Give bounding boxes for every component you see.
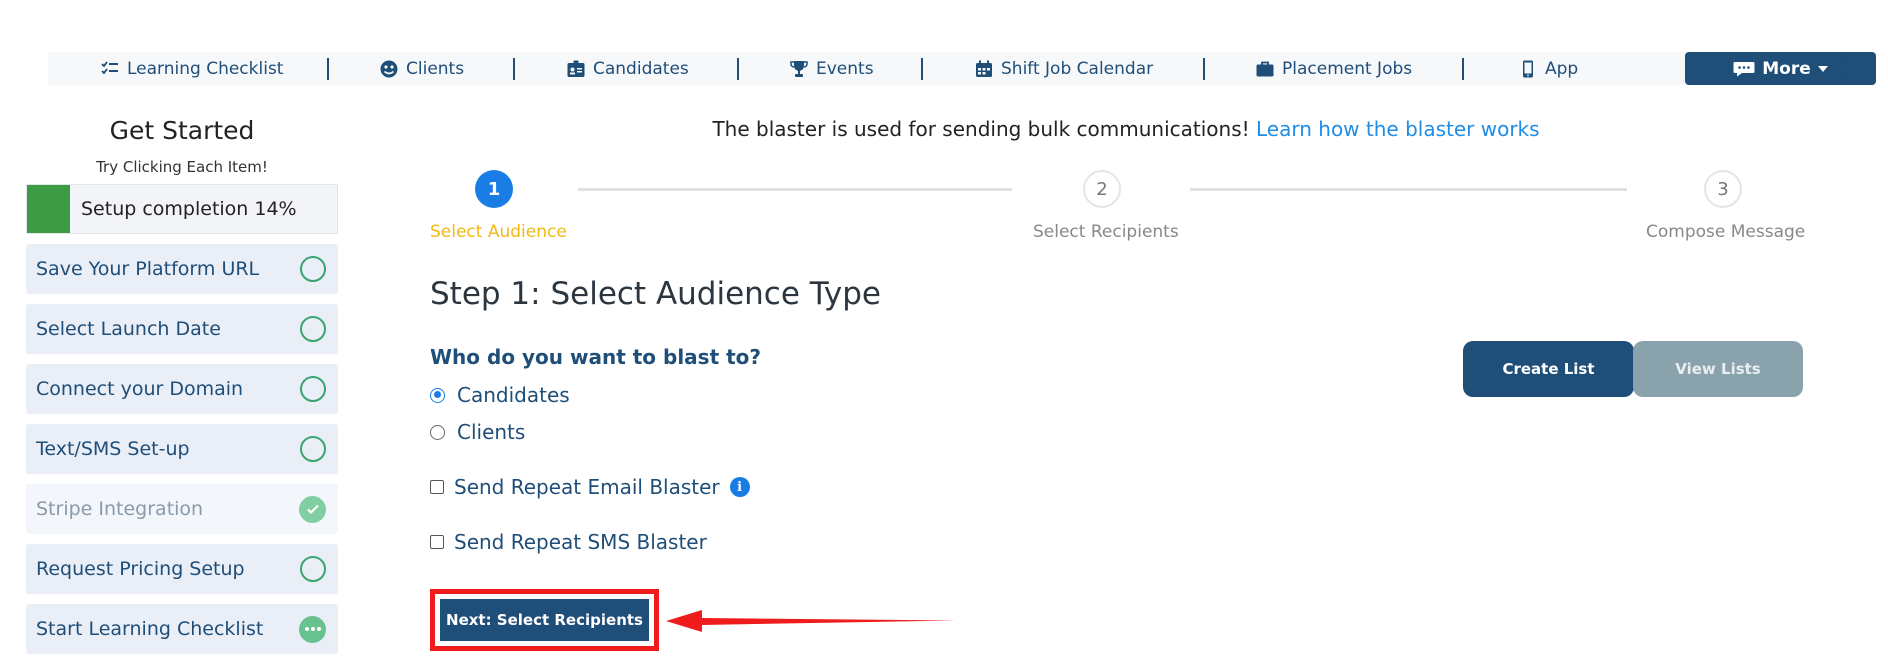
repeat-sms-option[interactable]: Send Repeat SMS Blaster: [430, 530, 707, 554]
nav-label: Shift Job Calendar: [1001, 58, 1154, 79]
step-heading: Step 1: Select Audience Type: [430, 276, 881, 312]
nav-divider: [1462, 58, 1464, 80]
checklist-item-learning-checklist[interactable]: Start Learning Checklist: [26, 604, 338, 654]
option-label: Send Repeat Email Blaster: [454, 475, 720, 499]
nav-label: Learning Checklist: [127, 58, 284, 79]
setup-checklist: Save Your Platform URL Select Launch Dat…: [26, 244, 338, 664]
nav-clients[interactable]: Clients: [380, 52, 464, 85]
checklist-icon: [101, 60, 118, 74]
option-label: Send Repeat SMS Blaster: [454, 530, 707, 554]
more-label: More: [1762, 58, 1811, 79]
progress-label: Setup completion 14%: [81, 198, 297, 220]
incomplete-circle-icon: [300, 376, 326, 402]
nav-divider: [921, 58, 923, 80]
nav-placement-jobs[interactable]: Placement Jobs: [1256, 52, 1412, 85]
info-icon[interactable]: i: [729, 477, 750, 497]
incomplete-circle-icon: [300, 316, 326, 342]
checklist-item-label: Connect your Domain: [36, 378, 244, 400]
step-2-label: Select Recipients: [1033, 222, 1179, 242]
nav-shift-job-calendar[interactable]: Shift Job Calendar: [975, 52, 1153, 85]
setup-progress-bar: Setup completion 14%: [26, 184, 338, 234]
incomplete-circle-icon: [300, 556, 326, 582]
trophy-icon: [790, 60, 808, 77]
view-lists-button[interactable]: View Lists: [1633, 341, 1803, 397]
get-started-title: Get Started: [109, 116, 255, 145]
step-connector: [1190, 188, 1627, 191]
repeat-email-option[interactable]: Send Repeat Email Blaster i: [430, 475, 750, 499]
phone-icon: [1523, 60, 1533, 77]
nav-learning-checklist[interactable]: Learning Checklist: [101, 52, 283, 85]
top-navigation: Learning Checklist Clients Candidates Ev…: [48, 52, 1876, 85]
nav-label: Placement Jobs: [1282, 58, 1413, 79]
nav-divider: [737, 58, 739, 80]
checklist-item-label: Request Pricing Setup: [36, 558, 245, 580]
checklist-item-label: Save Your Platform URL: [36, 258, 260, 280]
audience-option-candidates[interactable]: Candidates: [430, 383, 570, 407]
nav-divider: [1203, 58, 1205, 80]
radio-candidates[interactable]: [430, 387, 445, 403]
nav-divider: [327, 58, 329, 80]
blaster-info-text: The blaster is used for sending bulk com…: [712, 117, 1250, 141]
audience-option-clients[interactable]: Clients: [430, 420, 525, 444]
checklist-item-label: Start Learning Checklist: [36, 618, 264, 640]
highlight-box: Next: Select Recipients: [430, 589, 659, 651]
in-progress-dots-icon: [299, 615, 326, 643]
briefcase-icon: [1256, 61, 1274, 76]
settings-gear-icon[interactable]: [1832, 55, 1860, 83]
nav-events[interactable]: Events: [790, 52, 874, 85]
checklist-item-stripe-integration[interactable]: Stripe Integration: [26, 484, 338, 534]
checklist-item-pricing-setup[interactable]: Request Pricing Setup: [26, 544, 338, 594]
option-label: Clients: [457, 420, 526, 444]
nav-divider: [513, 58, 515, 80]
check-circle-icon: [299, 495, 326, 523]
checklist-item-label: Text/SMS Set-up: [36, 438, 190, 460]
red-arrow-annotation: [666, 610, 956, 632]
step-connector: [578, 188, 1012, 191]
incomplete-circle-icon: [300, 436, 326, 462]
calendar-icon: [976, 60, 992, 77]
repeat-email-checkbox[interactable]: [430, 480, 444, 494]
nav-candidates[interactable]: Candidates: [567, 52, 689, 85]
nav-label: App: [1545, 58, 1579, 79]
step-2-indicator[interactable]: 2: [1083, 170, 1121, 208]
nav-label: Clients: [406, 58, 465, 79]
repeat-sms-checkbox[interactable]: [430, 535, 444, 549]
step-3-indicator[interactable]: 3: [1704, 170, 1742, 208]
checklist-item-label: Select Launch Date: [36, 318, 221, 340]
audience-question: Who do you want to blast to?: [430, 345, 761, 369]
create-list-button[interactable]: Create List: [1463, 341, 1634, 397]
checklist-item-launch-date[interactable]: Select Launch Date: [26, 304, 338, 354]
progress-fill: [27, 185, 71, 233]
caret-down-icon: [1817, 65, 1828, 72]
step-1-indicator[interactable]: 1: [475, 170, 513, 208]
user-circle-icon: [380, 60, 398, 77]
nav-label: Events: [816, 58, 874, 79]
checklist-item-connect-domain[interactable]: Connect your Domain: [26, 364, 338, 414]
comment-dots-icon: [1733, 61, 1755, 76]
get-started-subtitle: Try Clicking Each Item!: [96, 158, 268, 176]
nav-app[interactable]: App: [1519, 52, 1578, 85]
next-select-recipients-button[interactable]: Next: Select Recipients: [440, 599, 649, 641]
option-label: Candidates: [457, 383, 570, 407]
checklist-item-platform-url[interactable]: Save Your Platform URL: [26, 244, 338, 294]
step-3-label: Compose Message: [1646, 222, 1806, 242]
blaster-info: The blaster is used for sending bulk com…: [430, 117, 1822, 141]
checklist-item-sms-setup[interactable]: Text/SMS Set-up: [26, 424, 338, 474]
incomplete-circle-icon: [300, 256, 326, 282]
nav-label: Candidates: [593, 58, 689, 79]
radio-clients[interactable]: [430, 424, 445, 440]
id-badge-icon: [567, 60, 585, 77]
checklist-item-label: Stripe Integration: [36, 498, 204, 520]
learn-blaster-link[interactable]: Learn how the blaster works: [1256, 117, 1540, 141]
step-1-label: Select Audience: [430, 222, 567, 242]
